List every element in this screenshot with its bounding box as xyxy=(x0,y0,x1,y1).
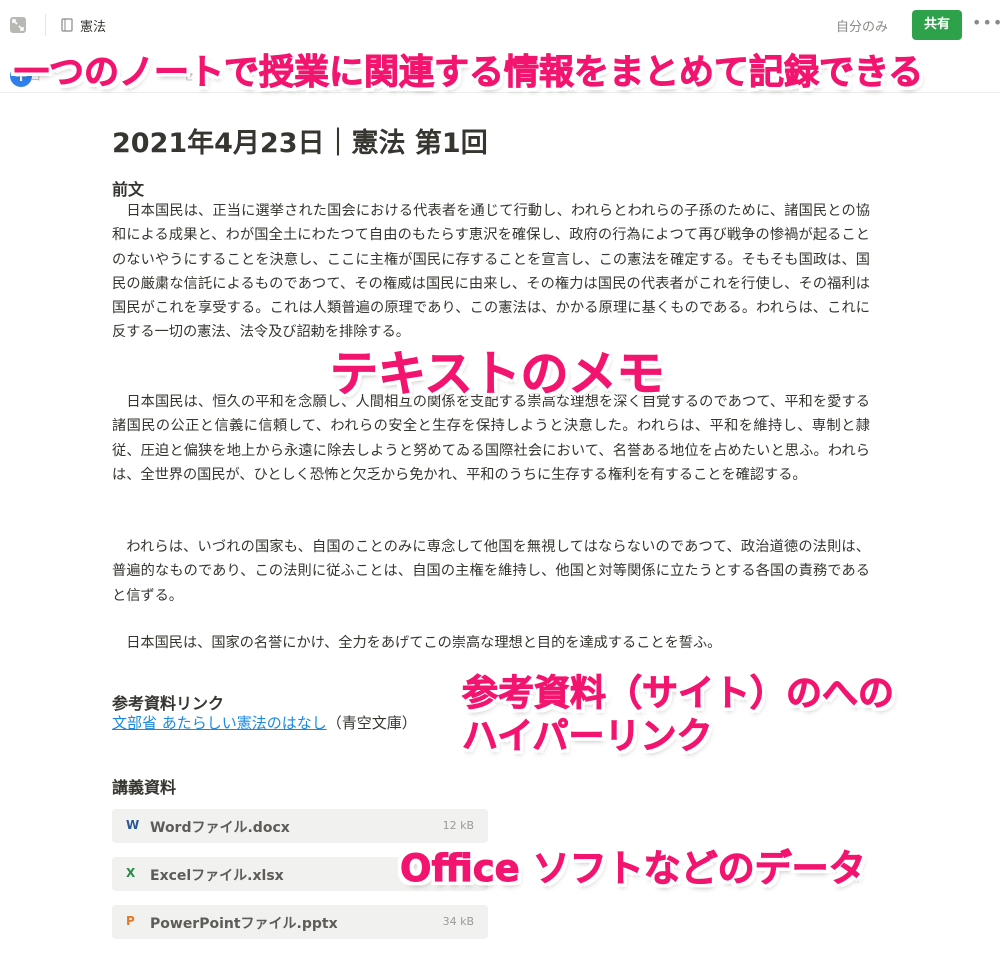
paragraph-4: 日本国民は、国家の名誉にかけ、全力をあげてこの崇高な理想と目的を達成することを誓… xyxy=(112,635,722,651)
file-name: Wordファイル.docx xyxy=(150,820,290,836)
file-size: 12 kB xyxy=(442,819,474,832)
paragraph-2: 日本国民は、恒久の平和を念願し、人間相互の関係を支配する崇高な理想を深く自覚する… xyxy=(112,394,870,483)
materials-heading: 講義資料 xyxy=(112,778,177,797)
overlay-caption-office: Office ソフトなどのデータ xyxy=(400,847,867,891)
word-file-icon: W xyxy=(126,818,140,832)
overlay-caption-memo: テキストのメモ xyxy=(330,346,666,403)
reference-suffix: （青空文庫） xyxy=(326,714,417,732)
page-icon xyxy=(61,17,73,36)
overlay-caption-link: 参考資料（サイト）のへの ハイパーリンク xyxy=(461,672,895,758)
expand-icon[interactable] xyxy=(10,17,26,33)
reference-link[interactable]: 文部省 あたらしい憲法のはなし xyxy=(112,714,327,732)
breadcrumb-page-title[interactable]: 憲法 xyxy=(80,16,106,35)
overlay-caption-link-line2: ハイパーリンク xyxy=(461,716,713,758)
top-bar: 憲法 自分のみ 共有 ••• xyxy=(0,0,1000,50)
share-button[interactable]: 共有 xyxy=(912,10,962,40)
audience-label[interactable]: 自分のみ xyxy=(836,16,888,35)
divider xyxy=(45,14,46,36)
paragraph-1: 日本国民は、正当に選挙された国会における代表者を通じて行動し、われらとわれらの子… xyxy=(112,203,870,341)
file-name: Excelファイル.xlsx xyxy=(150,868,284,884)
file-name: PowerPointファイル.pptx xyxy=(150,916,338,932)
overlay-caption-link-line1: 参考資料（サイト）のへの xyxy=(461,673,895,715)
powerpoint-file-icon: P xyxy=(126,914,135,928)
reference-heading: 参考資料リンク xyxy=(112,694,225,713)
reference-line: 文部省 あたらしい憲法のはなし（青空文庫） xyxy=(112,712,417,733)
file-size: 34 kB xyxy=(442,915,474,928)
page-title: 2021年4月23日｜憲法 第1回 xyxy=(112,128,488,159)
file-attachment-powerpoint[interactable]: P PowerPointファイル.pptx 34 kB xyxy=(112,905,488,939)
overlay-caption-top: 一つのノートで授業に関連する情報をまとめて記録できる xyxy=(13,53,924,94)
more-options-icon[interactable]: ••• xyxy=(972,13,1000,32)
paragraph-3: われらは、いづれの国家も、自国のことのみに専念して他国を無視してはならないのであ… xyxy=(112,539,870,604)
preamble-heading: 前文 xyxy=(112,180,145,199)
excel-file-icon: X xyxy=(126,866,136,880)
